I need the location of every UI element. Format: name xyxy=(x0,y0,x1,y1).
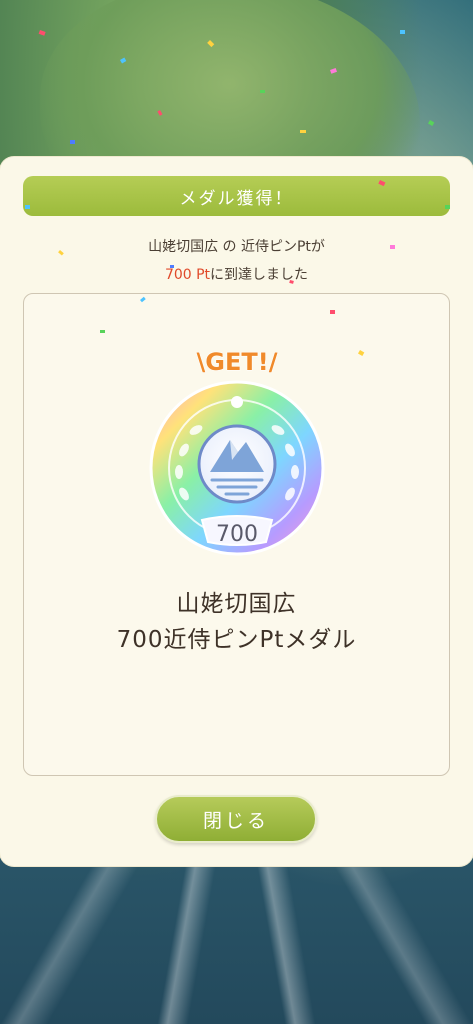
get-badge: \GET!/ xyxy=(196,348,278,377)
medal-name-line-1: 山姥切国広 xyxy=(176,591,297,617)
message-suffix2: に到達しました xyxy=(210,267,309,283)
medal-number: 700 xyxy=(216,522,258,547)
message-line-1: 山姥切国広 の 近侍ピンPtが xyxy=(0,236,473,256)
get-text: \GET!/ xyxy=(197,348,278,376)
close-button[interactable]: 閉じる xyxy=(155,795,317,843)
medal-icon: 700 xyxy=(149,380,325,556)
medal-name-line-2: 700近侍ピンPtメダル xyxy=(116,627,357,653)
message-category: 近侍ピンPt xyxy=(240,239,311,255)
message-place: 山姥切国広 xyxy=(148,239,219,255)
dialog-title: メダル獲得！ xyxy=(23,176,450,216)
message-value: 700 Pt xyxy=(164,267,211,283)
message-line-2: 700 Ptに到達しました xyxy=(0,264,473,284)
message-suffix1: が xyxy=(310,239,325,255)
message-particle: の xyxy=(222,239,237,255)
